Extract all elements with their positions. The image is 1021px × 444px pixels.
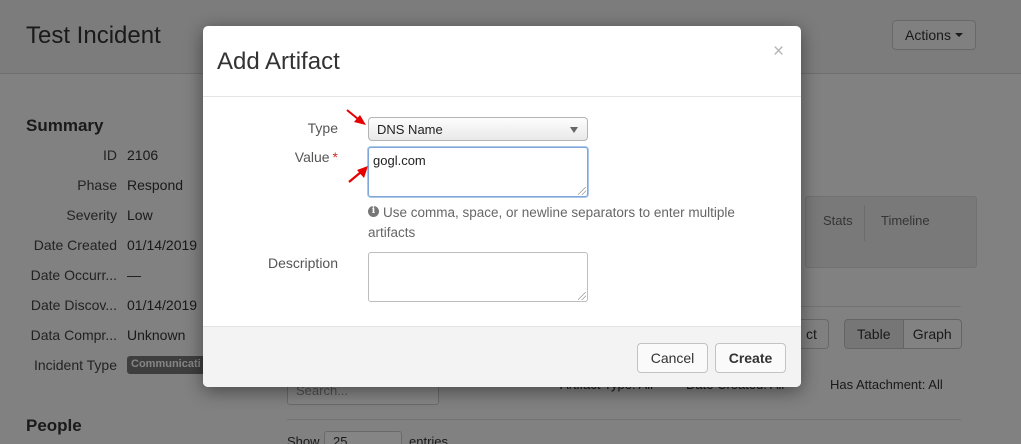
description-textarea[interactable] (368, 252, 588, 302)
type-select[interactable]: DNS Name (368, 117, 588, 141)
value-help-text: Use comma, space, or newline separators … (368, 205, 735, 240)
resize-handle-icon[interactable] (578, 187, 586, 195)
required-marker: * (332, 149, 338, 165)
description-label: Description (267, 255, 338, 271)
value-label-text: Value (294, 149, 330, 165)
value-textarea-text: gogl.com (373, 153, 426, 168)
modal-footer: Cancel Create (203, 326, 801, 387)
resize-handle-icon[interactable] (578, 292, 586, 300)
close-icon[interactable]: × (773, 42, 784, 61)
type-label: Type (307, 120, 338, 136)
type-select-value: DNS Name (377, 122, 443, 137)
create-button[interactable]: Create (715, 343, 786, 373)
cancel-button[interactable]: Cancel (637, 343, 708, 373)
value-label: Value * (295, 149, 338, 165)
select-arrow-icon (570, 127, 578, 133)
modal-title: Add Artifact (217, 48, 340, 75)
add-artifact-modal: Add Artifact × Type DNS Name Value * gogl… (203, 26, 801, 387)
modal-header: Add Artifact × (203, 26, 801, 97)
value-textarea[interactable]: gogl.com (368, 147, 588, 197)
